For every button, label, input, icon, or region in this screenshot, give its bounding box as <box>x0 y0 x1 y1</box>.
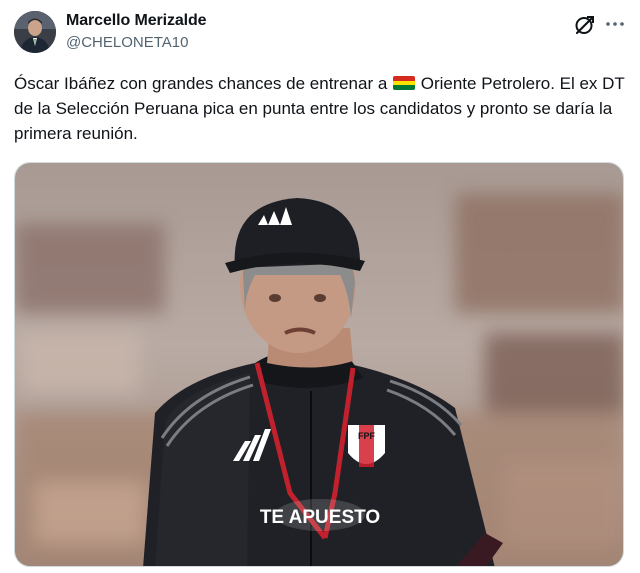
bolivia-flag-icon <box>393 76 416 90</box>
post-text-part-1: Óscar Ibáñez con grandes chances de entr… <box>14 74 393 93</box>
author-name[interactable]: Marcello Merizalde <box>66 12 207 30</box>
sponsor-text: TE APUESTO <box>260 507 380 528</box>
post-text: Óscar Ibáñez con grandes chances de entr… <box>14 71 626 146</box>
grok-button[interactable] <box>572 12 598 38</box>
tweet-card: Marcello Merizalde @CHELONETA10 Óscar Ib… <box>0 0 640 573</box>
grok-icon <box>575 15 595 35</box>
author-avatar[interactable] <box>14 11 56 53</box>
post-image[interactable]: FPF TE APUESTO <box>14 162 624 567</box>
more-dots-icon <box>606 22 624 26</box>
avatar-photo-icon <box>14 11 56 53</box>
coach-photo: FPF TE APUESTO <box>15 163 623 566</box>
author-handle[interactable]: @CHELONETA10 <box>66 34 188 51</box>
more-options-button[interactable] <box>603 12 627 36</box>
fpf-crest-text: FPF <box>358 431 376 441</box>
